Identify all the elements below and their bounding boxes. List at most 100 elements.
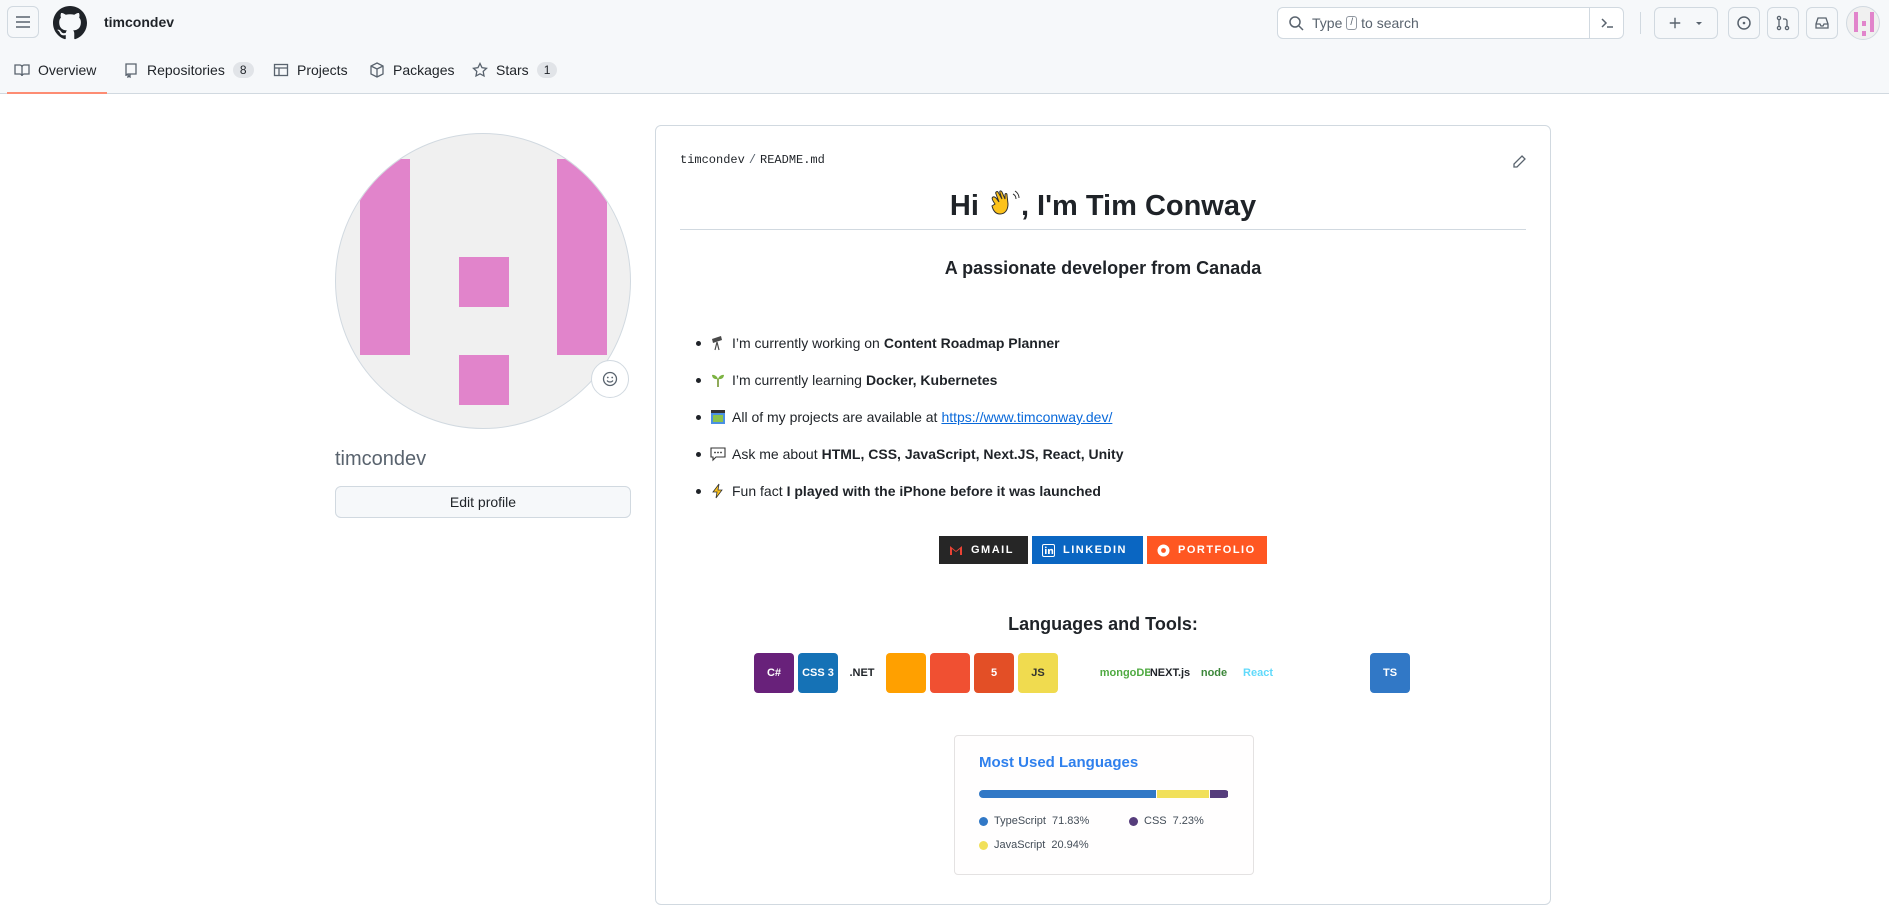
tab-label: Packages — [393, 62, 455, 78]
pencil-icon — [1513, 155, 1526, 168]
star-count-badge: 1 — [536, 62, 558, 78]
issue-opened-icon — [1737, 16, 1751, 30]
portfolio-badge[interactable]: PORTFOLIO — [1147, 536, 1267, 564]
menu-button[interactable] — [7, 6, 39, 38]
set-status-button[interactable] — [591, 360, 629, 398]
github-logo[interactable] — [53, 6, 87, 40]
tab-repositories[interactable]: Repositories 8 — [123, 46, 254, 94]
tab-overview[interactable]: Overview — [14, 46, 96, 94]
list-item: I’m currently working on Content Roadmap … — [696, 331, 1060, 355]
profile-avatar[interactable] — [335, 133, 631, 429]
inbox-icon — [1815, 17, 1829, 29]
profile-username: timcondev — [335, 448, 427, 470]
language-item: TypeScript 71.83% — [979, 815, 1089, 827]
language-swatch — [979, 840, 988, 850]
dotnet-icon[interactable]: .NET — [842, 653, 882, 693]
list-item: Fun fact I played with the iPhone before … — [696, 479, 1101, 503]
telescope-icon — [710, 335, 726, 351]
bullet-text: I’m currently learning — [732, 372, 862, 388]
nextjs-icon[interactable]: NEXT.js — [1150, 653, 1190, 693]
typescript-icon[interactable]: TS — [1370, 653, 1410, 693]
bullet-text: Fun fact — [732, 483, 783, 499]
language-name: CSS — [1144, 815, 1167, 827]
language-item: JavaScript 20.94% — [979, 839, 1089, 851]
react-native-icon[interactable]: React — [1238, 653, 1278, 693]
readme-path: timcondev / README.md — [680, 153, 825, 167]
language-name: JavaScript — [994, 839, 1046, 851]
language-item: CSS 7.23% — [1129, 815, 1204, 827]
language-bar-segment — [1157, 790, 1210, 798]
nodejs-icon[interactable]: node — [1194, 653, 1234, 693]
linkedin-badge[interactable]: LINKEDIN — [1032, 536, 1143, 564]
git-icon[interactable] — [930, 653, 970, 693]
html5-icon[interactable]: 5 — [974, 653, 1014, 693]
repo-count-badge: 8 — [232, 62, 254, 78]
search-shortcut-key: / — [1346, 16, 1358, 30]
inbox-button[interactable] — [1806, 7, 1838, 39]
language-name: TypeScript — [994, 815, 1046, 827]
mongodb-icon[interactable]: mongoDB — [1100, 653, 1152, 693]
languages-bar — [979, 790, 1229, 798]
heading-name: , I'm Tim Conway — [1020, 190, 1257, 222]
table-icon — [273, 63, 289, 77]
bullet-text: All of my projects are available at — [732, 409, 938, 425]
seedling-icon — [710, 372, 726, 388]
command-palette-button[interactable] — [1589, 8, 1623, 38]
bullet-strong: I played with the iPhone before it was l… — [786, 483, 1101, 499]
heading-greeting: Hi — [949, 190, 979, 222]
search-input[interactable]: Type / to search — [1277, 7, 1624, 39]
profile-tabs: Overview Repositories 8 Projects Package… — [0, 46, 1889, 94]
most-used-languages-card: Most Used Languages TypeScript 71.83% CSS… — [954, 735, 1254, 875]
pull-requests-button[interactable] — [1767, 7, 1799, 39]
firebase-icon[interactable] — [886, 653, 926, 693]
tab-label: Repositories — [147, 62, 225, 78]
tab-projects[interactable]: Projects — [273, 46, 348, 94]
edit-profile-button[interactable]: Edit profile — [335, 486, 631, 518]
portfolio-link[interactable]: https://www.timconway.dev/ — [941, 409, 1112, 425]
css3-icon[interactable]: CSS 3 — [798, 653, 838, 693]
languages-title: Most Used Languages — [979, 754, 1139, 771]
issues-button[interactable] — [1728, 7, 1760, 39]
terminal-icon — [1600, 18, 1613, 28]
javascript-icon[interactable]: JS — [1018, 653, 1058, 693]
language-swatch — [1129, 816, 1138, 826]
list-item: Ask me about HTML, CSS, JavaScript, Next.… — [696, 442, 1123, 466]
bullet-dot — [696, 488, 701, 494]
unity-icon[interactable] — [1414, 653, 1454, 693]
tab-stars[interactable]: Stars 1 — [472, 46, 558, 94]
bullet-dot — [696, 340, 701, 346]
smiley-icon — [602, 371, 618, 387]
linux-icon[interactable] — [1062, 653, 1102, 693]
selected-tab-indicator — [7, 92, 107, 94]
csharp-icon[interactable]: C# — [754, 653, 794, 693]
gmail-icon — [950, 546, 962, 555]
global-header: timcondev Type / to search — [0, 0, 1889, 46]
list-item: All of my projects are available at https… — [696, 405, 1112, 429]
languages-tools-title: Languages and Tools: — [1008, 614, 1198, 634]
language-percent: 71.83% — [1051, 815, 1090, 827]
linkedin-icon — [1042, 543, 1055, 557]
readme-file-link[interactable]: README.md — [760, 153, 825, 167]
header-username[interactable]: timcondev — [104, 14, 174, 30]
readme-owner-link[interactable]: timcondev — [680, 153, 745, 167]
book-icon — [14, 64, 30, 77]
bullet-dot — [696, 451, 701, 457]
tab-packages[interactable]: Packages — [369, 46, 454, 94]
lightning-icon — [710, 483, 726, 499]
badge-label: LINKEDIN — [1063, 544, 1127, 556]
header-divider — [1640, 12, 1641, 34]
search-prefix: Type — [1312, 15, 1343, 31]
repo-icon — [125, 63, 137, 78]
gmail-badge[interactable]: GMAIL — [939, 536, 1028, 564]
language-percent: 7.23% — [1172, 815, 1204, 827]
tailwind-icon[interactable] — [1326, 653, 1366, 693]
create-new-button[interactable] — [1654, 7, 1718, 39]
identicon-avatar — [360, 159, 607, 405]
window-icon — [710, 409, 726, 425]
search-suffix: to search — [1361, 15, 1419, 31]
heading-divider — [680, 229, 1526, 230]
user-avatar-menu[interactable] — [1846, 6, 1880, 40]
react-icon[interactable] — [1282, 653, 1322, 693]
edit-readme-button[interactable] — [1511, 154, 1527, 175]
tab-label: Overview — [38, 62, 97, 78]
